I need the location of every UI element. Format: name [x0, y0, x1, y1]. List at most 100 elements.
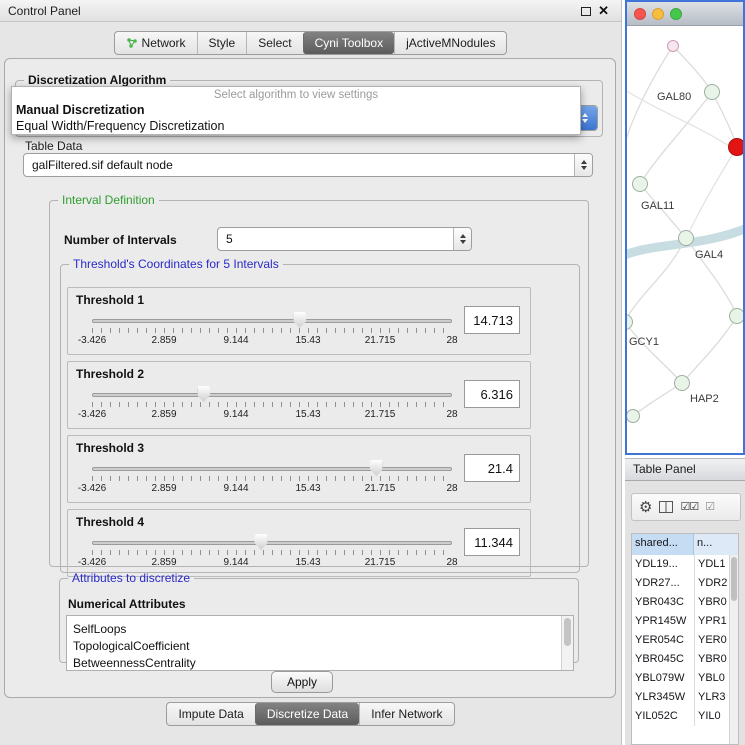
node-label: GAL4: [695, 249, 723, 261]
list-scrollbar[interactable]: [561, 616, 573, 670]
tab-label: Impute Data: [178, 707, 243, 721]
threshold-1-slider[interactable]: -3.426 2.859 9.144 15.43 21.715 28: [92, 312, 452, 352]
number-of-intervals-select[interactable]: 5: [217, 227, 472, 251]
columns-icon[interactable]: [659, 501, 673, 513]
minimize-traffic-light-icon[interactable]: [652, 8, 664, 20]
select-columns-icon[interactable]: ☑☑: [680, 502, 698, 513]
threshold-3-slider[interactable]: -3.426 2.859 9.144 15.43 21.715 28: [92, 460, 452, 500]
table-data-label: Table Data: [25, 139, 82, 153]
threshold-4-value-field[interactable]: 11.344: [464, 528, 520, 556]
slider-thumb[interactable]: [293, 312, 306, 328]
slider-thumb[interactable]: [255, 534, 268, 550]
scale-label: -3.426: [78, 557, 106, 568]
network-node[interactable]: [729, 308, 743, 324]
threshold-4-slider[interactable]: -3.426 2.859 9.144 15.43 21.715 28: [92, 534, 452, 574]
table-row[interactable]: YBR043CYBR0: [632, 593, 729, 612]
cell[interactable]: YPR1: [694, 612, 729, 631]
list-item[interactable]: TopologicalCoefficient: [67, 638, 573, 655]
table-row[interactable]: YPR145WYPR1: [632, 612, 729, 631]
cell[interactable]: YBR0: [694, 650, 729, 669]
table-data-select[interactable]: galFiltered.sif default node: [23, 153, 593, 177]
cell[interactable]: YER0: [694, 631, 729, 650]
tab-jactivemnodules[interactable]: jActiveMNodules: [394, 32, 506, 54]
column-header-shared-name[interactable]: shared...: [632, 534, 694, 555]
node-label: GAL80: [657, 91, 691, 103]
cell[interactable]: YBR043C: [632, 593, 694, 612]
tab-network[interactable]: Network: [115, 32, 197, 54]
slider-ticks: [92, 476, 452, 481]
scale-label: -3.426: [78, 335, 106, 346]
gear-icon[interactable]: ⚙: [639, 500, 652, 515]
scale-label: 9.144: [223, 335, 248, 346]
network-node[interactable]: [667, 40, 679, 52]
dropdown-placeholder-option[interactable]: Select algorithm to view settings: [12, 88, 580, 102]
cell[interactable]: YIL0: [694, 707, 729, 726]
network-node[interactable]: [704, 84, 720, 100]
tab-infer-network[interactable]: Infer Network: [359, 703, 453, 725]
close-icon[interactable]: ✕: [598, 3, 609, 19]
cell[interactable]: YLR345W: [632, 688, 694, 707]
cell[interactable]: YDR2: [694, 574, 729, 593]
control-panel: Control Panel ✕ Network Style Select Cyn…: [0, 0, 622, 745]
table-row[interactable]: YDL19...YDL1: [632, 555, 729, 574]
threshold-2-slider[interactable]: -3.426 2.859 9.144 15.43 21.715 28: [92, 386, 452, 426]
node-label: GAL11: [641, 200, 674, 212]
slider-thumb[interactable]: [197, 386, 210, 402]
cell[interactable]: YBL0: [694, 669, 729, 688]
table-row[interactable]: YLR345WYLR3: [632, 688, 729, 707]
cell[interactable]: YIL052C: [632, 707, 694, 726]
table-panel-toolbar: ⚙ ☑☑ ☑: [631, 493, 741, 521]
tab-discretize-data[interactable]: Discretize Data: [255, 703, 359, 725]
scrollbar-thumb[interactable]: [731, 557, 737, 601]
slider-track: [92, 319, 452, 323]
tab-label: Infer Network: [371, 707, 442, 721]
threshold-2-value-field[interactable]: 6.316: [464, 380, 520, 408]
table-row[interactable]: YIL052CYIL0: [632, 707, 729, 726]
network-node-selected[interactable]: [728, 138, 743, 156]
float-window-icon[interactable]: [581, 7, 591, 16]
table-row[interactable]: YBL079WYBL0: [632, 669, 729, 688]
network-node[interactable]: [674, 375, 690, 391]
list-item[interactable]: BetweennessCentrality: [67, 655, 573, 671]
dropdown-option-manual-discretization[interactable]: Manual Discretization: [12, 102, 580, 118]
slider-track: [92, 467, 452, 471]
cell[interactable]: YDL19...: [632, 555, 694, 574]
network-node[interactable]: [678, 230, 694, 246]
scale-label: 15.43: [295, 335, 320, 346]
select-rows-icon[interactable]: ☑: [705, 502, 714, 513]
cell[interactable]: YBL079W: [632, 669, 694, 688]
attributes-to-discretize-group: Attributes to discretize Numerical Attri…: [59, 571, 579, 663]
network-node[interactable]: [632, 176, 648, 192]
slider-thumb[interactable]: [370, 460, 383, 476]
tab-select[interactable]: Select: [246, 32, 302, 54]
list-item[interactable]: SelfLoops: [67, 621, 573, 638]
cell[interactable]: YPR145W: [632, 612, 694, 631]
tab-impute-data[interactable]: Impute Data: [167, 703, 254, 725]
table-row[interactable]: YBR045CYBR0: [632, 650, 729, 669]
cell[interactable]: YDL1: [694, 555, 729, 574]
tab-cyni-toolbox[interactable]: Cyni Toolbox: [303, 32, 394, 54]
screen: Control Panel ✕ Network Style Select Cyn…: [0, 0, 745, 745]
close-traffic-light-icon[interactable]: [634, 8, 646, 20]
apply-button[interactable]: Apply: [271, 671, 333, 693]
cell[interactable]: YLR3: [694, 688, 729, 707]
threshold-1-value-field[interactable]: 14.713: [464, 306, 520, 334]
table-scrollbar[interactable]: [729, 555, 738, 744]
column-header-name[interactable]: n...: [694, 534, 738, 555]
cell[interactable]: YDR27...: [632, 574, 694, 593]
scale-label: 21.715: [365, 483, 396, 494]
network-canvas[interactable]: GAL80 GAL11 GAL4 GCY1 HAP2: [627, 26, 743, 453]
slider-scale: -3.426 2.859 9.144 15.43 21.715 28: [92, 409, 452, 421]
threshold-3-value-field[interactable]: 21.4: [464, 454, 520, 482]
table-row[interactable]: YER054CYER0: [632, 631, 729, 650]
cell[interactable]: YER054C: [632, 631, 694, 650]
numerical-attributes-list[interactable]: SelfLoops TopologicalCoefficient Between…: [66, 615, 574, 671]
zoom-traffic-light-icon[interactable]: [670, 8, 682, 20]
table-row[interactable]: YDR27...YDR2: [632, 574, 729, 593]
cell[interactable]: YBR0: [694, 593, 729, 612]
cell[interactable]: YBR045C: [632, 650, 694, 669]
tab-label: Discretize Data: [267, 707, 348, 721]
scrollbar-thumb[interactable]: [564, 618, 571, 646]
dropdown-option-equal-width-frequency[interactable]: Equal Width/Frequency Discretization: [12, 118, 580, 134]
tab-style[interactable]: Style: [197, 32, 247, 54]
